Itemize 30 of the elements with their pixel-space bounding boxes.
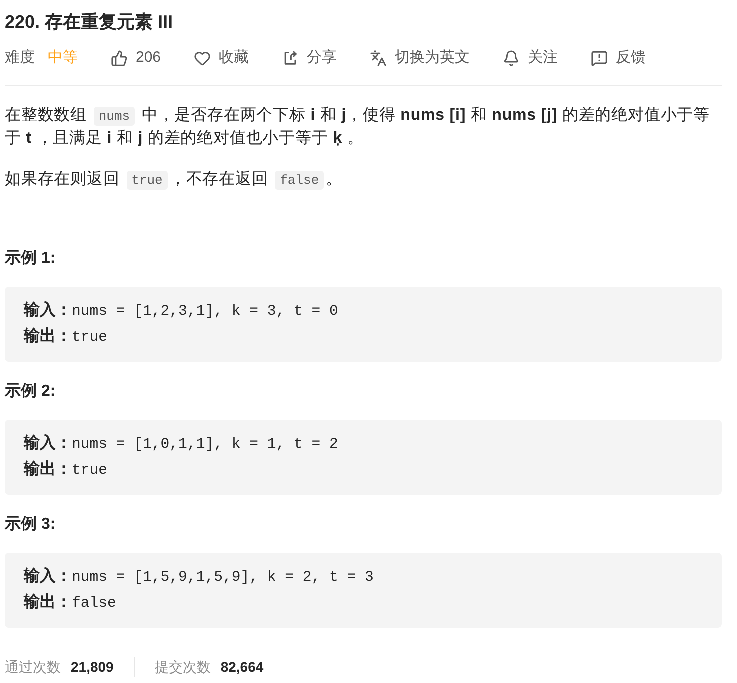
example-line: 输入：nums = [1,2,3,1], k = 3, t = 0 bbox=[24, 300, 340, 322]
example-line: 输入：nums = [1,5,9,1,5,9], k = 2, t = 3 bbox=[24, 566, 375, 588]
difficulty-value: 中等 bbox=[48, 48, 78, 68]
example-heading: 示例 3: bbox=[5, 515, 57, 535]
example-line: 输入：nums = [1,0,1,1], k = 1, t = 2 bbox=[24, 433, 340, 455]
translate-button[interactable]: 切换为英文 bbox=[370, 48, 470, 68]
thumbs-up-icon bbox=[111, 50, 128, 66]
translate-icon bbox=[370, 50, 388, 66]
example-heading: 示例 1: bbox=[5, 249, 57, 269]
example-line: 输出：true bbox=[24, 326, 109, 348]
favorite-button[interactable]: 收藏 bbox=[194, 48, 250, 68]
example-line: 输出：false bbox=[24, 592, 118, 614]
difficulty-label: 难度 bbox=[5, 48, 35, 68]
share-icon bbox=[282, 50, 300, 66]
message-alert-icon bbox=[591, 50, 608, 66]
follow-button[interactable]: 关注 bbox=[503, 48, 558, 68]
stat-value: 82,664 bbox=[220, 658, 264, 677]
problem-title: 220. 存在重复元素 III bbox=[5, 11, 174, 34]
description-paragraph: 在整数数组 nums 中，是否存在两个下标 i 和 j，使得 nums [i] 和 nums [j] 的差的绝对值小于等于 t ，且满足 i 和 j 的差的绝对值也小于等于 ķ 。 bbox=[5, 106, 712, 149]
stat-value: 21,809 bbox=[71, 658, 114, 677]
heart-icon bbox=[194, 50, 212, 66]
like-button[interactable]: 206 bbox=[111, 48, 162, 68]
description-paragraph: 如果存在则返回 true ，不存在返回 false 。 bbox=[5, 170, 344, 192]
share-button[interactable]: 分享 bbox=[282, 48, 338, 68]
feedback-button[interactable]: 反馈 bbox=[591, 48, 646, 68]
stat-label: 通过次数 bbox=[5, 658, 61, 677]
example-heading: 示例 2: bbox=[5, 382, 57, 402]
stat-label: 提交次数 bbox=[154, 658, 211, 677]
bell-icon bbox=[503, 50, 520, 66]
example-line: 输出：true bbox=[24, 460, 109, 481]
